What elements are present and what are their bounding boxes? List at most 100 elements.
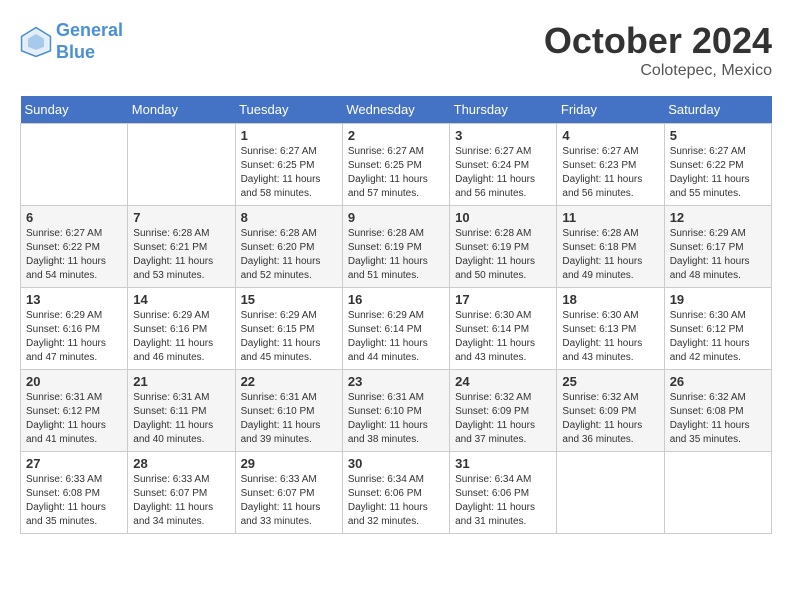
calendar-day-cell <box>21 124 128 206</box>
day-info: Sunrise: 6:33 AM Sunset: 6:08 PM Dayligh… <box>26 473 122 529</box>
day-number: 27 <box>26 456 122 471</box>
weekday-header: Thursday <box>450 96 557 124</box>
day-number: 31 <box>455 456 551 471</box>
weekday-header: Friday <box>557 96 664 124</box>
day-info: Sunrise: 6:30 AM Sunset: 6:12 PM Dayligh… <box>670 309 766 365</box>
day-info: Sunrise: 6:29 AM Sunset: 6:15 PM Dayligh… <box>241 309 337 365</box>
day-info: Sunrise: 6:27 AM Sunset: 6:22 PM Dayligh… <box>670 145 766 201</box>
title-block: October 2024 Colotepec, Mexico <box>544 20 772 80</box>
logo-line2: Blue <box>56 42 95 62</box>
day-info: Sunrise: 6:29 AM Sunset: 6:17 PM Dayligh… <box>670 227 766 283</box>
day-info: Sunrise: 6:31 AM Sunset: 6:10 PM Dayligh… <box>241 391 337 447</box>
day-number: 4 <box>562 128 658 143</box>
day-info: Sunrise: 6:33 AM Sunset: 6:07 PM Dayligh… <box>241 473 337 529</box>
calendar-week-row: 27 Sunrise: 6:33 AM Sunset: 6:08 PM Dayli… <box>21 452 772 534</box>
logo-icon <box>20 26 52 58</box>
day-info: Sunrise: 6:30 AM Sunset: 6:13 PM Dayligh… <box>562 309 658 365</box>
logo: General Blue <box>20 20 123 63</box>
calendar-week-row: 1 Sunrise: 6:27 AM Sunset: 6:25 PM Daylig… <box>21 124 772 206</box>
calendar-day-cell: 28Sunrise: 6:33 AM Sunset: 6:07 PM Dayli… <box>128 452 235 534</box>
calendar-day-cell: 13 Sunrise: 6:29 AM Sunset: 6:16 PM Dayli… <box>21 288 128 370</box>
weekday-header: Saturday <box>664 96 771 124</box>
calendar-day-cell: 29 Sunrise: 6:33 AM Sunset: 6:07 PM Dayli… <box>235 452 342 534</box>
day-number: 11 <box>562 210 658 225</box>
day-info: Sunrise: 6:27 AM Sunset: 6:24 PM Dayligh… <box>455 145 551 201</box>
calendar-day-cell: 22 Sunrise: 6:31 AM Sunset: 6:10 PM Dayli… <box>235 370 342 452</box>
day-info: Sunrise: 6:32 AM Sunset: 6:09 PM Dayligh… <box>455 391 551 447</box>
day-info: Sunrise: 6:33 AM Sunset: 6:07 PM Dayligh… <box>133 473 229 529</box>
day-number: 15 <box>241 292 337 307</box>
day-number: 17 <box>455 292 551 307</box>
calendar-day-cell: 16Sunrise: 6:29 AM Sunset: 6:14 PM Dayli… <box>342 288 449 370</box>
calendar-week-row: 13 Sunrise: 6:29 AM Sunset: 6:16 PM Dayli… <box>21 288 772 370</box>
weekday-header: Monday <box>128 96 235 124</box>
calendar-day-cell: 17Sunrise: 6:30 AM Sunset: 6:14 PM Dayli… <box>450 288 557 370</box>
day-info: Sunrise: 6:27 AM Sunset: 6:22 PM Dayligh… <box>26 227 122 283</box>
month-title: October 2024 <box>544 20 772 62</box>
calendar-day-cell: 20 Sunrise: 6:31 AM Sunset: 6:12 PM Dayli… <box>21 370 128 452</box>
day-number: 2 <box>348 128 444 143</box>
weekday-header: Wednesday <box>342 96 449 124</box>
day-info: Sunrise: 6:27 AM Sunset: 6:25 PM Dayligh… <box>241 145 337 201</box>
calendar-day-cell: 6 Sunrise: 6:27 AM Sunset: 6:22 PM Daylig… <box>21 206 128 288</box>
day-number: 12 <box>670 210 766 225</box>
day-number: 9 <box>348 210 444 225</box>
calendar-day-cell <box>557 452 664 534</box>
day-number: 18 <box>562 292 658 307</box>
day-info: Sunrise: 6:29 AM Sunset: 6:16 PM Dayligh… <box>133 309 229 365</box>
day-number: 8 <box>241 210 337 225</box>
calendar-day-cell: 2 Sunrise: 6:27 AM Sunset: 6:25 PM Daylig… <box>342 124 449 206</box>
day-number: 23 <box>348 374 444 389</box>
day-number: 1 <box>241 128 337 143</box>
day-info: Sunrise: 6:34 AM Sunset: 6:06 PM Dayligh… <box>455 473 551 529</box>
day-number: 3 <box>455 128 551 143</box>
calendar-day-cell: 23 Sunrise: 6:31 AM Sunset: 6:10 PM Dayli… <box>342 370 449 452</box>
day-number: 13 <box>26 292 122 307</box>
calendar-day-cell: 24 Sunrise: 6:32 AM Sunset: 6:09 PM Dayli… <box>450 370 557 452</box>
calendar-day-cell: 1 Sunrise: 6:27 AM Sunset: 6:25 PM Daylig… <box>235 124 342 206</box>
day-info: Sunrise: 6:28 AM Sunset: 6:20 PM Dayligh… <box>241 227 337 283</box>
day-info: Sunrise: 6:31 AM Sunset: 6:12 PM Dayligh… <box>26 391 122 447</box>
day-number: 30 <box>348 456 444 471</box>
calendar-day-cell: 12 Sunrise: 6:29 AM Sunset: 6:17 PM Dayli… <box>664 206 771 288</box>
day-number: 6 <box>26 210 122 225</box>
day-number: 10 <box>455 210 551 225</box>
day-info: Sunrise: 6:27 AM Sunset: 6:23 PM Dayligh… <box>562 145 658 201</box>
calendar-day-cell: 19 Sunrise: 6:30 AM Sunset: 6:12 PM Dayli… <box>664 288 771 370</box>
calendar-week-row: 20 Sunrise: 6:31 AM Sunset: 6:12 PM Dayli… <box>21 370 772 452</box>
page-header: General Blue October 2024 Colotepec, Mex… <box>20 20 772 80</box>
day-info: Sunrise: 6:28 AM Sunset: 6:18 PM Dayligh… <box>562 227 658 283</box>
day-number: 29 <box>241 456 337 471</box>
calendar-week-row: 6 Sunrise: 6:27 AM Sunset: 6:22 PM Daylig… <box>21 206 772 288</box>
day-info: Sunrise: 6:32 AM Sunset: 6:08 PM Dayligh… <box>670 391 766 447</box>
day-info: Sunrise: 6:29 AM Sunset: 6:16 PM Dayligh… <box>26 309 122 365</box>
day-number: 24 <box>455 374 551 389</box>
day-number: 25 <box>562 374 658 389</box>
day-number: 14 <box>133 292 229 307</box>
day-info: Sunrise: 6:29 AM Sunset: 6:14 PM Dayligh… <box>348 309 444 365</box>
weekday-header: Sunday <box>21 96 128 124</box>
calendar-day-cell: 31 Sunrise: 6:34 AM Sunset: 6:06 PM Dayli… <box>450 452 557 534</box>
day-info: Sunrise: 6:27 AM Sunset: 6:25 PM Dayligh… <box>348 145 444 201</box>
calendar-day-cell: 27 Sunrise: 6:33 AM Sunset: 6:08 PM Dayli… <box>21 452 128 534</box>
day-info: Sunrise: 6:28 AM Sunset: 6:19 PM Dayligh… <box>348 227 444 283</box>
day-info: Sunrise: 6:28 AM Sunset: 6:21 PM Dayligh… <box>133 227 229 283</box>
calendar-day-cell <box>128 124 235 206</box>
day-number: 26 <box>670 374 766 389</box>
day-info: Sunrise: 6:28 AM Sunset: 6:19 PM Dayligh… <box>455 227 551 283</box>
calendar-day-cell: 4 Sunrise: 6:27 AM Sunset: 6:23 PM Daylig… <box>557 124 664 206</box>
calendar-day-cell: 11 Sunrise: 6:28 AM Sunset: 6:18 PM Dayli… <box>557 206 664 288</box>
day-info: Sunrise: 6:31 AM Sunset: 6:10 PM Dayligh… <box>348 391 444 447</box>
day-info: Sunrise: 6:31 AM Sunset: 6:11 PM Dayligh… <box>133 391 229 447</box>
calendar-day-cell: 8 Sunrise: 6:28 AM Sunset: 6:20 PM Daylig… <box>235 206 342 288</box>
logo-text: General Blue <box>56 20 123 63</box>
calendar-day-cell: 5 Sunrise: 6:27 AM Sunset: 6:22 PM Daylig… <box>664 124 771 206</box>
calendar-day-cell: 14 Sunrise: 6:29 AM Sunset: 6:16 PM Dayli… <box>128 288 235 370</box>
day-number: 7 <box>133 210 229 225</box>
day-number: 19 <box>670 292 766 307</box>
day-number: 22 <box>241 374 337 389</box>
day-number: 5 <box>670 128 766 143</box>
day-number: 20 <box>26 374 122 389</box>
calendar-header-row: SundayMondayTuesdayWednesdayThursdayFrid… <box>21 96 772 124</box>
calendar-day-cell: 21Sunrise: 6:31 AM Sunset: 6:11 PM Dayli… <box>128 370 235 452</box>
